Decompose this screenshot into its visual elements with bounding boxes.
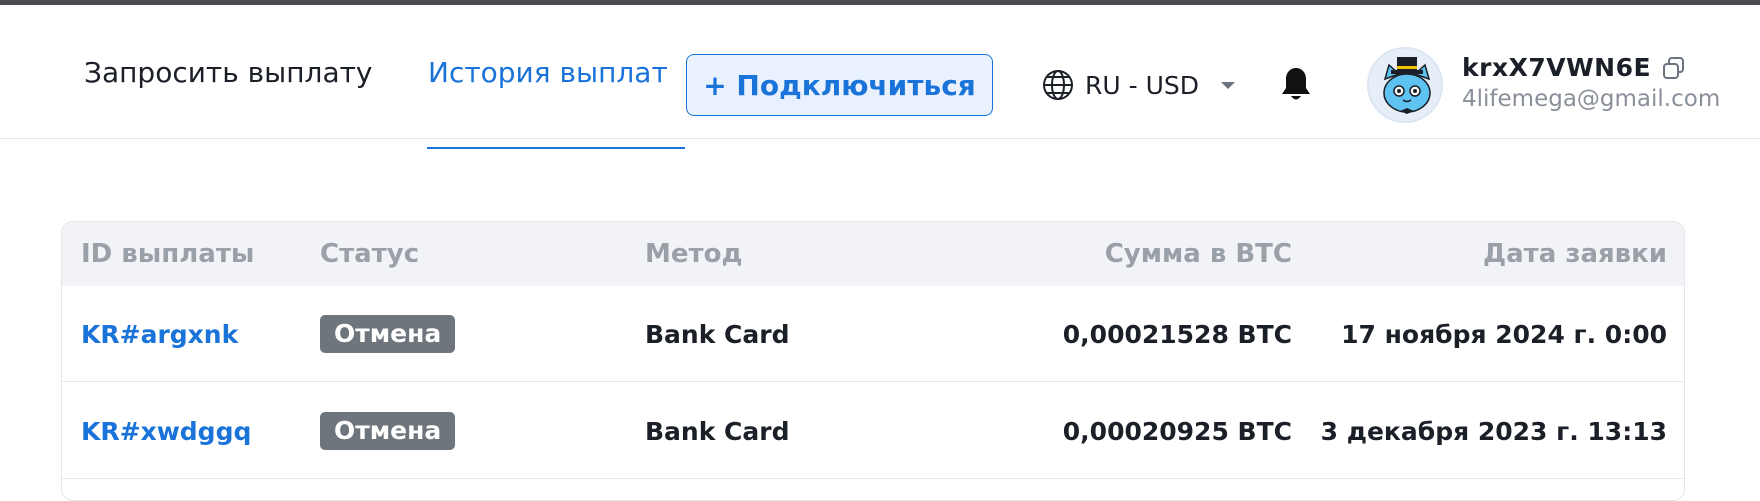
chevron-down-icon bbox=[1221, 81, 1236, 89]
connect-button-label: + Подключиться bbox=[703, 68, 976, 102]
status-badge: Отмена bbox=[320, 412, 456, 450]
active-tab-underline bbox=[427, 147, 685, 149]
date-cell: 3 декабря 2023 г. 13:13 bbox=[1320, 416, 1667, 446]
status-cell: Отмена bbox=[320, 383, 456, 479]
top-header: Запросить выплату История выплат + Подкл… bbox=[0, 5, 1760, 139]
header-id: ID выплаты bbox=[81, 239, 255, 269]
table-header: ID выплаты Статус Метод Сумма в BTC Дата… bbox=[62, 222, 1684, 286]
tab-payout-history[interactable]: История выплат bbox=[428, 5, 668, 139]
username: krxX7VWN6E bbox=[1462, 53, 1652, 82]
header-amount: Сумма в BTC bbox=[1104, 239, 1292, 269]
tab-payout-history-label: История выплат bbox=[428, 55, 668, 89]
bell-icon[interactable] bbox=[1280, 66, 1312, 104]
status-badge: Отмена bbox=[320, 315, 456, 353]
payout-history-table: ID выплаты Статус Метод Сумма в BTC Дата… bbox=[61, 221, 1685, 501]
user-email: 4lifemega@gmail.com bbox=[1462, 86, 1721, 112]
method-cell: Bank Card bbox=[645, 416, 790, 446]
amount-cell: 0,00020925 BTC bbox=[1062, 416, 1292, 446]
tab-request-payout[interactable]: Запросить выплату bbox=[84, 5, 372, 139]
cat-avatar-icon bbox=[1369, 49, 1441, 121]
method-cell: Bank Card bbox=[645, 319, 790, 349]
avatar[interactable] bbox=[1367, 47, 1443, 123]
status-cell: Отмена bbox=[320, 286, 456, 382]
user-info: krxX7VWN6E 4lifemega@gmail.com bbox=[1462, 53, 1720, 112]
language-currency-selector[interactable]: RU - USD bbox=[1041, 65, 1236, 105]
table-row: KR#argxnk Отмена Bank Card 0,00021528 BT… bbox=[62, 286, 1684, 382]
header-date: Дата заявки bbox=[1482, 239, 1667, 269]
copy-icon[interactable] bbox=[1661, 55, 1687, 81]
payout-id-link[interactable]: KR#argxnk bbox=[81, 286, 238, 382]
header-status: Статус bbox=[320, 239, 420, 269]
globe-icon bbox=[1043, 70, 1073, 100]
date-cell: 17 ноября 2024 г. 0:00 bbox=[1341, 319, 1667, 349]
header-method: Метод bbox=[645, 239, 743, 269]
table-row: KR#xwdggq Отмена Bank Card 0,00020925 BT… bbox=[62, 383, 1684, 479]
connect-button[interactable]: + Подключиться bbox=[686, 54, 993, 116]
payout-id-link[interactable]: KR#xwdggq bbox=[81, 383, 251, 479]
language-currency-label: RU - USD bbox=[1085, 70, 1200, 100]
tab-request-payout-label: Запросить выплату bbox=[84, 55, 373, 89]
amount-cell: 0,00021528 BTC bbox=[1062, 319, 1292, 349]
